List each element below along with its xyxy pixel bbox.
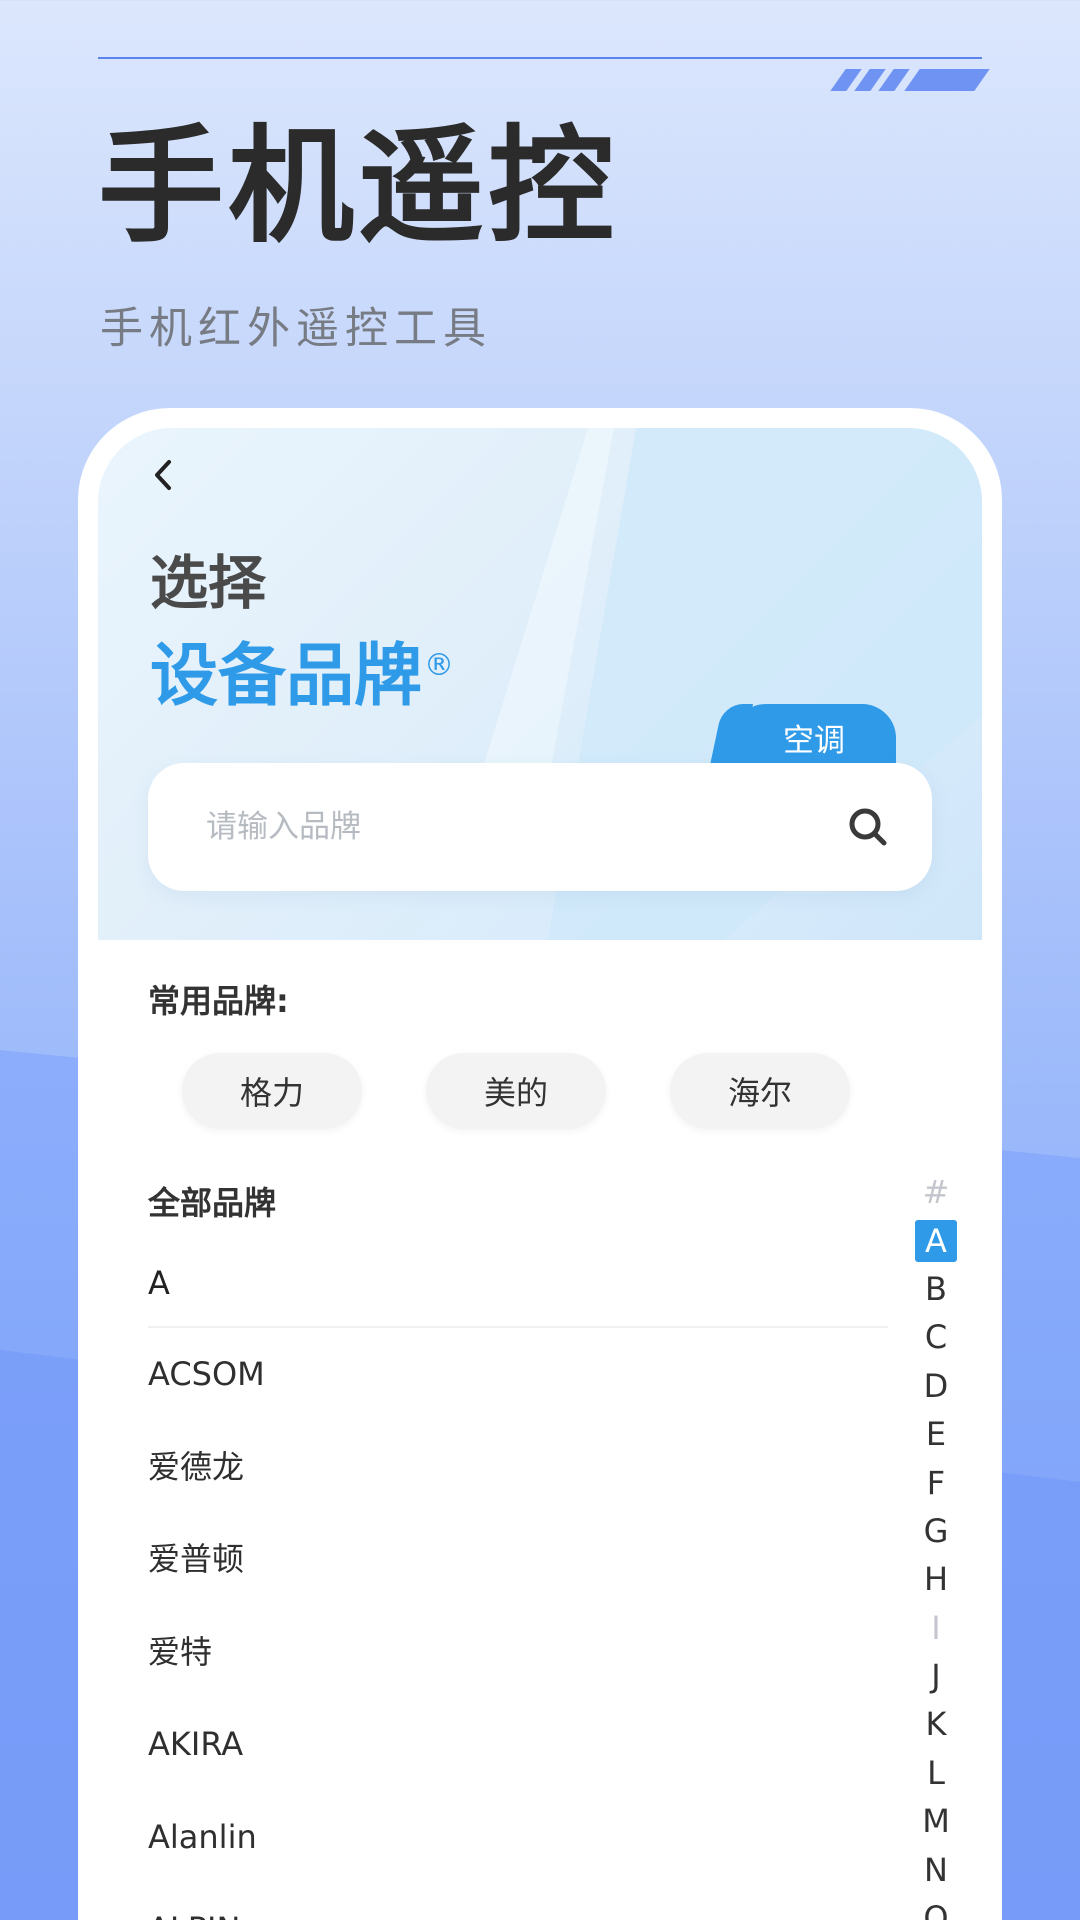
list-item[interactable]: ALPIN [148, 1883, 888, 1920]
index-letter-text: M [922, 1802, 950, 1841]
common-brands-list: 格力 美的 海尔 [182, 1053, 882, 1129]
tab-label: 空调 [783, 722, 845, 759]
page-title-line1: 选择 [150, 549, 267, 617]
index-letter[interactable]: N [914, 1845, 958, 1893]
page-title-line2: 设备品牌® [150, 620, 454, 719]
index-letter-text: H [923, 1560, 949, 1599]
phone-frame: 选择 设备品牌® 空调 常用品牌: 格力 美的 海尔 全部品牌 A ACSOM … [78, 408, 1002, 1920]
index-letter-text: C [924, 1318, 948, 1357]
index-letter[interactable]: H [914, 1555, 958, 1603]
list-item[interactable]: 爱普顿 [148, 1513, 888, 1606]
index-letter-text: O [923, 1899, 949, 1920]
back-button[interactable] [138, 450, 188, 500]
index-letter-text: A [915, 1219, 957, 1262]
index-letter[interactable]: O [914, 1894, 958, 1920]
index-letter-text: K [925, 1705, 947, 1744]
promo-subtitle: 手机红外遥控工具 [100, 304, 492, 354]
decorative-stripes [826, 69, 990, 91]
index-letter-text: D [923, 1366, 949, 1405]
list-item[interactable]: 爱德龙 [148, 1421, 888, 1514]
search-bar [148, 763, 932, 891]
list-item[interactable]: 爱特 [148, 1606, 888, 1699]
index-letter-text: B [925, 1269, 947, 1308]
search-icon[interactable] [846, 805, 890, 849]
common-brands-label: 常用品牌: [148, 982, 289, 1020]
index-letter-text: N [924, 1850, 948, 1889]
index-letter[interactable]: J [914, 1652, 958, 1700]
index-letter[interactable]: L [914, 1749, 958, 1797]
list-item[interactable]: ACSOM [148, 1328, 888, 1421]
index-letter-text: G [923, 1511, 949, 1550]
index-letter[interactable]: E [914, 1410, 958, 1458]
search-input[interactable] [206, 801, 786, 853]
registered-mark: ® [424, 648, 455, 684]
tab-category-air-conditioner[interactable]: 空调 [732, 704, 896, 770]
index-letter[interactable]: I [914, 1604, 958, 1652]
decorative-line [98, 57, 982, 59]
index-letter-text: E [925, 1415, 947, 1454]
index-letter-text: J [931, 1657, 941, 1696]
index-letter[interactable]: B [914, 1265, 958, 1313]
brand-header: 选择 设备品牌® 空调 [98, 428, 982, 940]
index-letter[interactable]: F [914, 1458, 958, 1506]
index-letter[interactable]: M [914, 1797, 958, 1845]
index-letter[interactable]: G [914, 1507, 958, 1555]
brand-chip[interactable]: 美的 [426, 1053, 606, 1129]
list-item[interactable]: AKIRA [148, 1698, 888, 1791]
index-letter-text: I [931, 1608, 941, 1647]
list-item[interactable]: Alanlin [148, 1791, 888, 1884]
app-screen: 选择 设备品牌® 空调 常用品牌: 格力 美的 海尔 全部品牌 A ACSOM … [98, 428, 982, 1920]
index-letter[interactable]: D [914, 1362, 958, 1410]
all-brands-label: 全部品牌 [148, 1184, 277, 1222]
index-letter-text: # [922, 1173, 950, 1212]
brand-chip[interactable]: 海尔 [670, 1053, 850, 1129]
index-letter-text: L [927, 1753, 945, 1792]
chevron-left-icon [155, 460, 171, 490]
page-title-text: 设备品牌 [150, 637, 423, 716]
index-letter-text: F [926, 1463, 946, 1502]
brand-chip[interactable]: 格力 [182, 1053, 362, 1129]
index-letter[interactable]: C [914, 1313, 958, 1361]
promo-title: 手机遥控 [98, 113, 618, 260]
index-letter[interactable]: # [914, 1168, 958, 1216]
index-letter-active[interactable]: A [914, 1216, 958, 1264]
alphabet-index: # A B C D E F G H I J K L M N O [914, 1168, 958, 1920]
index-letter[interactable]: K [914, 1700, 958, 1748]
brand-list: A ACSOM 爱德龙 爱普顿 爱特 AKIRA Alanlin ALPIN [148, 1238, 888, 1920]
list-section-header: A [148, 1238, 888, 1328]
